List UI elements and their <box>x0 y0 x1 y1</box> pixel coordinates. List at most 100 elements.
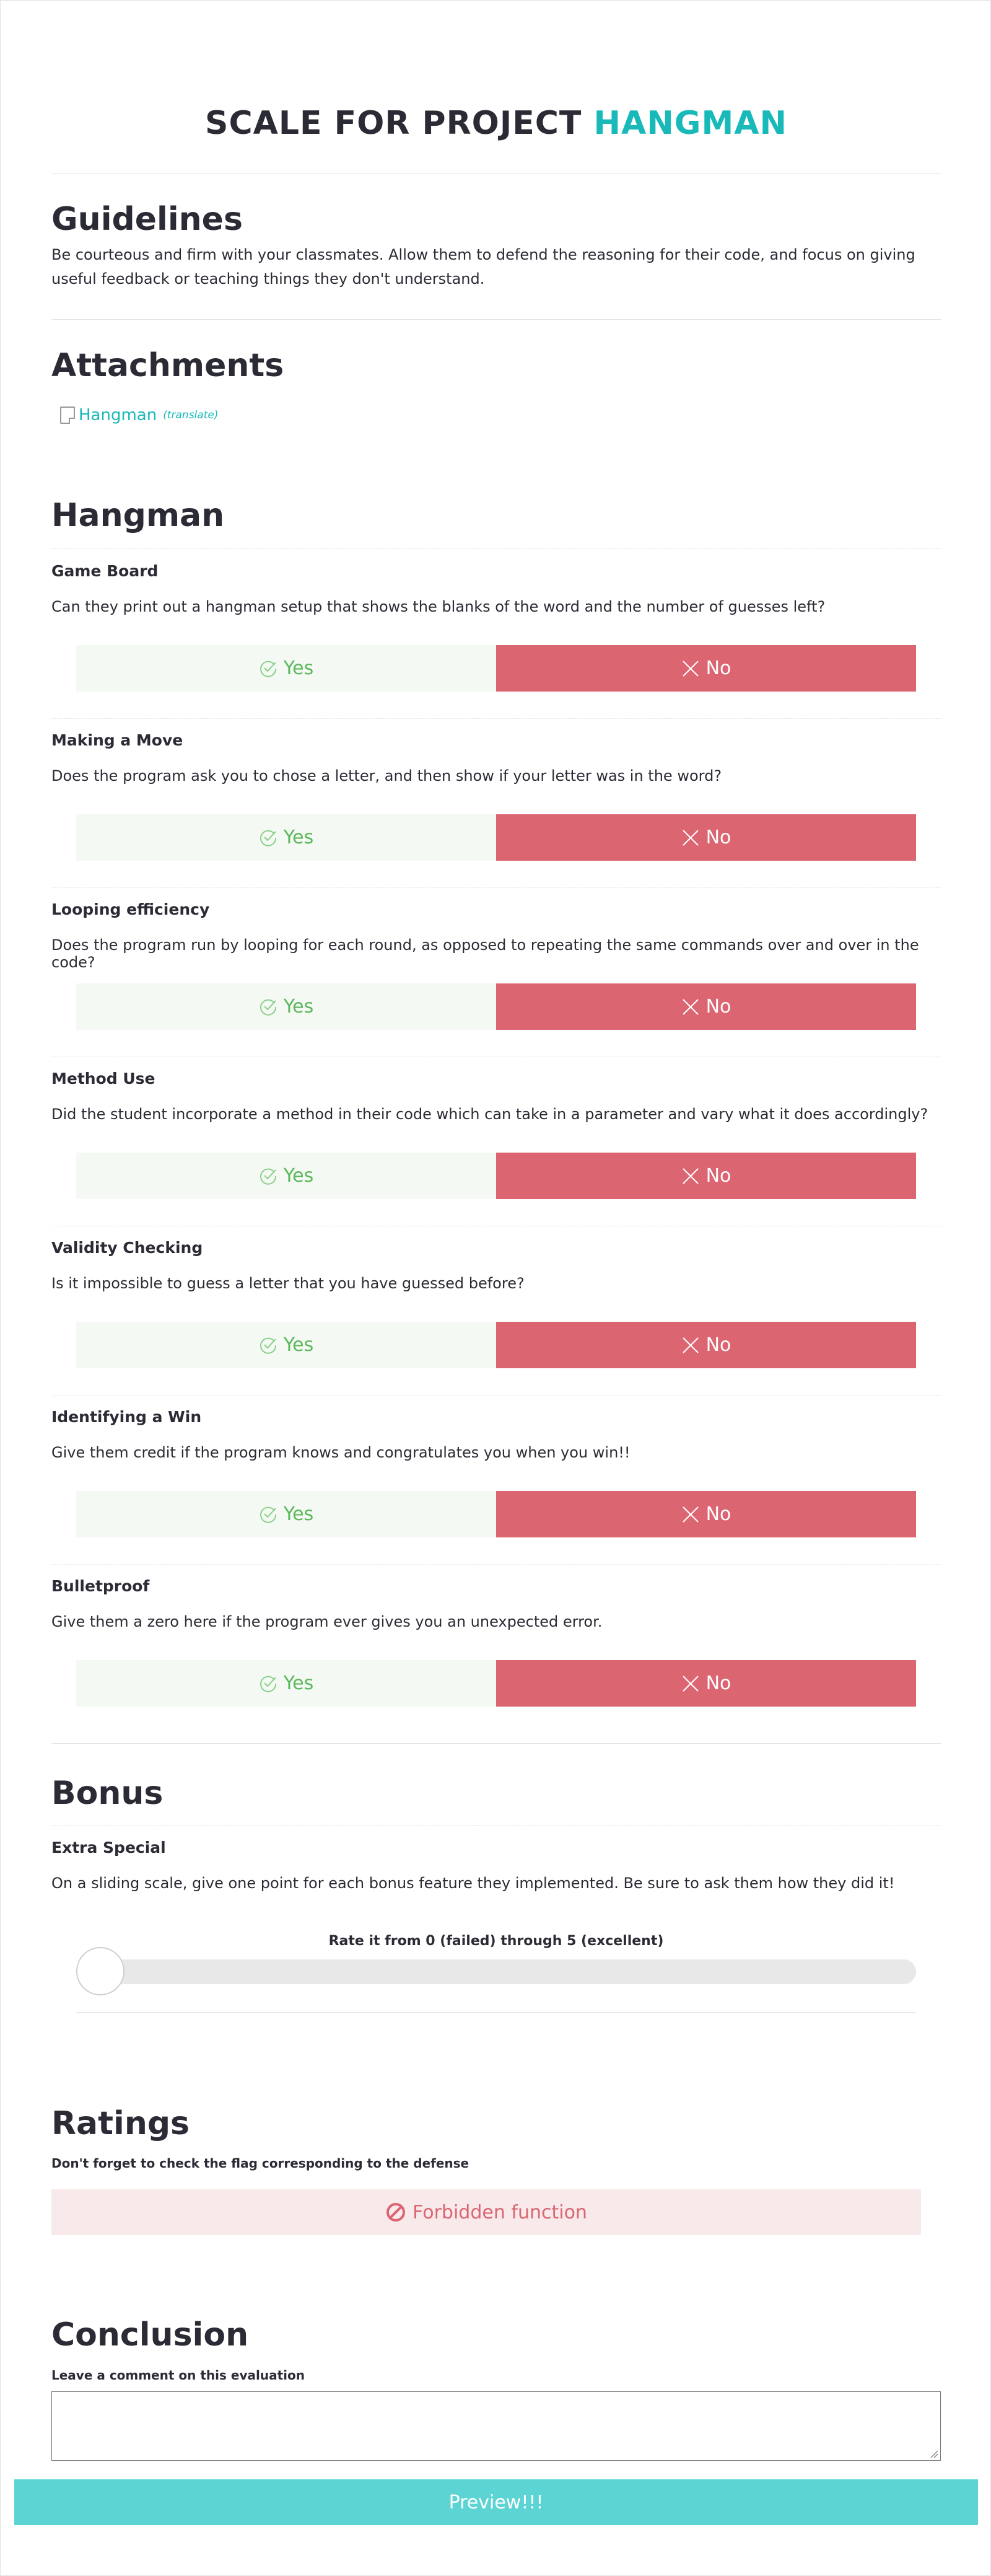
divider <box>51 718 941 719</box>
question-text: Does the program ask you to chose a lett… <box>51 767 722 785</box>
title-project-name: HANGMAN <box>593 105 787 142</box>
question-text: Is it impossible to guess a letter that … <box>51 1275 525 1292</box>
bonus-question-title: Extra Special <box>51 1839 166 1857</box>
title-prefix: SCALE FOR PROJECT <box>205 105 582 142</box>
no-label: No <box>705 1334 731 1356</box>
yes-label: Yes <box>283 657 314 679</box>
no-label: No <box>705 1165 731 1187</box>
check-icon <box>260 830 276 846</box>
no-label: No <box>705 657 731 679</box>
attachment-link[interactable]: Hangman <box>79 406 157 424</box>
divider <box>76 2012 916 2013</box>
preview-button[interactable]: Preview!!! <box>14 2479 978 2525</box>
yes-button[interactable]: Yes <box>76 1153 496 1199</box>
question-title: Game Board <box>51 562 159 580</box>
yes-button[interactable]: Yes <box>76 814 496 861</box>
section-heading: Hangman <box>51 497 225 534</box>
divider <box>51 319 941 320</box>
close-icon <box>682 660 699 677</box>
yes-label: Yes <box>283 1165 314 1187</box>
attachment-translate-link[interactable]: (translate) <box>163 409 218 421</box>
no-button[interactable]: No <box>496 1153 916 1199</box>
conclusion-subtitle: Leave a comment on this evaluation <box>51 2368 305 2383</box>
question-text: Did the student incorporate a method in … <box>51 1106 928 1123</box>
guidelines-text: Be courteous and firm with your classmat… <box>51 246 915 288</box>
no-button[interactable]: No <box>496 1491 916 1537</box>
close-icon <box>682 1506 699 1523</box>
question-title: Making a Move <box>51 731 183 749</box>
rating-slider-knob[interactable] <box>76 1947 124 1995</box>
close-icon <box>682 829 699 846</box>
yes-no-buttons: Yes No <box>76 1322 916 1368</box>
attachments-heading: Attachments <box>51 347 284 384</box>
divider <box>51 548 941 549</box>
yes-no-buttons: Yes No <box>76 814 916 861</box>
check-icon <box>260 1676 276 1692</box>
evaluation-page: SCALE FOR PROJECT HANGMAN Guidelines Be … <box>0 0 991 2576</box>
close-icon <box>682 1675 699 1692</box>
check-icon <box>260 1168 276 1185</box>
question-title: Validity Checking <box>51 1239 203 1257</box>
no-button[interactable]: No <box>496 1660 916 1707</box>
conclusion-heading: Conclusion <box>51 2316 249 2354</box>
close-icon <box>682 1337 699 1353</box>
divider <box>51 887 941 888</box>
forbidden-function-flag[interactable]: Forbidden function <box>51 2189 921 2235</box>
yes-no-buttons: Yes No <box>76 1153 916 1199</box>
yes-label: Yes <box>283 1503 314 1525</box>
yes-button[interactable]: Yes <box>76 1491 496 1537</box>
yes-button[interactable]: Yes <box>76 1322 496 1368</box>
resize-grip-icon[interactable] <box>930 2450 938 2458</box>
close-icon <box>682 1167 699 1184</box>
divider <box>51 1564 941 1565</box>
guidelines-heading: Guidelines <box>51 201 243 238</box>
rating-slider-track[interactable] <box>76 1959 916 1984</box>
question-text: Give them a zero here if the program eve… <box>51 1613 603 1630</box>
no-label: No <box>705 1673 731 1694</box>
attachment-item[interactable]: Hangman (translate) <box>60 406 218 424</box>
no-label: No <box>705 827 731 848</box>
forbidden-icon <box>386 2203 406 2222</box>
question-title: Looping efficiency <box>51 900 210 918</box>
bonus-question-text: On a sliding scale, give one point for e… <box>51 1875 895 1892</box>
page-title: SCALE FOR PROJECT HANGMAN <box>1 105 990 142</box>
yes-button[interactable]: Yes <box>76 645 496 692</box>
document-icon <box>60 407 75 424</box>
yes-no-buttons: Yes No <box>76 1491 916 1537</box>
yes-label: Yes <box>283 1673 314 1694</box>
divider <box>51 1395 941 1396</box>
comment-textarea[interactable] <box>51 2391 941 2461</box>
yes-label: Yes <box>283 1334 314 1356</box>
question-title: Identifying a Win <box>51 1408 202 1426</box>
question-title: Method Use <box>51 1070 155 1088</box>
yes-label: Yes <box>283 996 314 1018</box>
question-title: Bulletproof <box>51 1577 150 1595</box>
yes-no-buttons: Yes No <box>76 645 916 692</box>
divider <box>51 1743 941 1744</box>
no-button[interactable]: No <box>496 983 916 1030</box>
no-button[interactable]: No <box>496 645 916 692</box>
ratings-subtitle: Don't forget to check the flag correspon… <box>51 2156 469 2171</box>
slider-label: Rate it from 0 (failed) through 5 (excel… <box>328 1933 664 1949</box>
question-text: Can they print out a hangman setup that … <box>51 598 826 615</box>
no-label: No <box>705 1503 731 1525</box>
divider <box>51 173 941 174</box>
yes-no-buttons: Yes No <box>76 1660 916 1707</box>
close-icon <box>682 998 699 1015</box>
check-icon <box>260 1337 276 1354</box>
yes-no-buttons: Yes No <box>76 983 916 1030</box>
check-icon <box>260 661 276 677</box>
ratings-heading: Ratings <box>51 2105 190 2142</box>
check-icon <box>260 1506 276 1523</box>
yes-button[interactable]: Yes <box>76 1660 496 1707</box>
question-text: Give them credit if the program knows an… <box>51 1444 631 1461</box>
no-button[interactable]: No <box>496 814 916 861</box>
no-label: No <box>705 996 731 1018</box>
divider <box>51 1825 941 1826</box>
yes-button[interactable]: Yes <box>76 983 496 1030</box>
check-icon <box>260 999 276 1016</box>
no-button[interactable]: No <box>496 1322 916 1368</box>
question-text: Does the program run by looping for each… <box>51 936 919 971</box>
yes-label: Yes <box>283 827 314 848</box>
flag-label: Forbidden function <box>413 2201 587 2223</box>
